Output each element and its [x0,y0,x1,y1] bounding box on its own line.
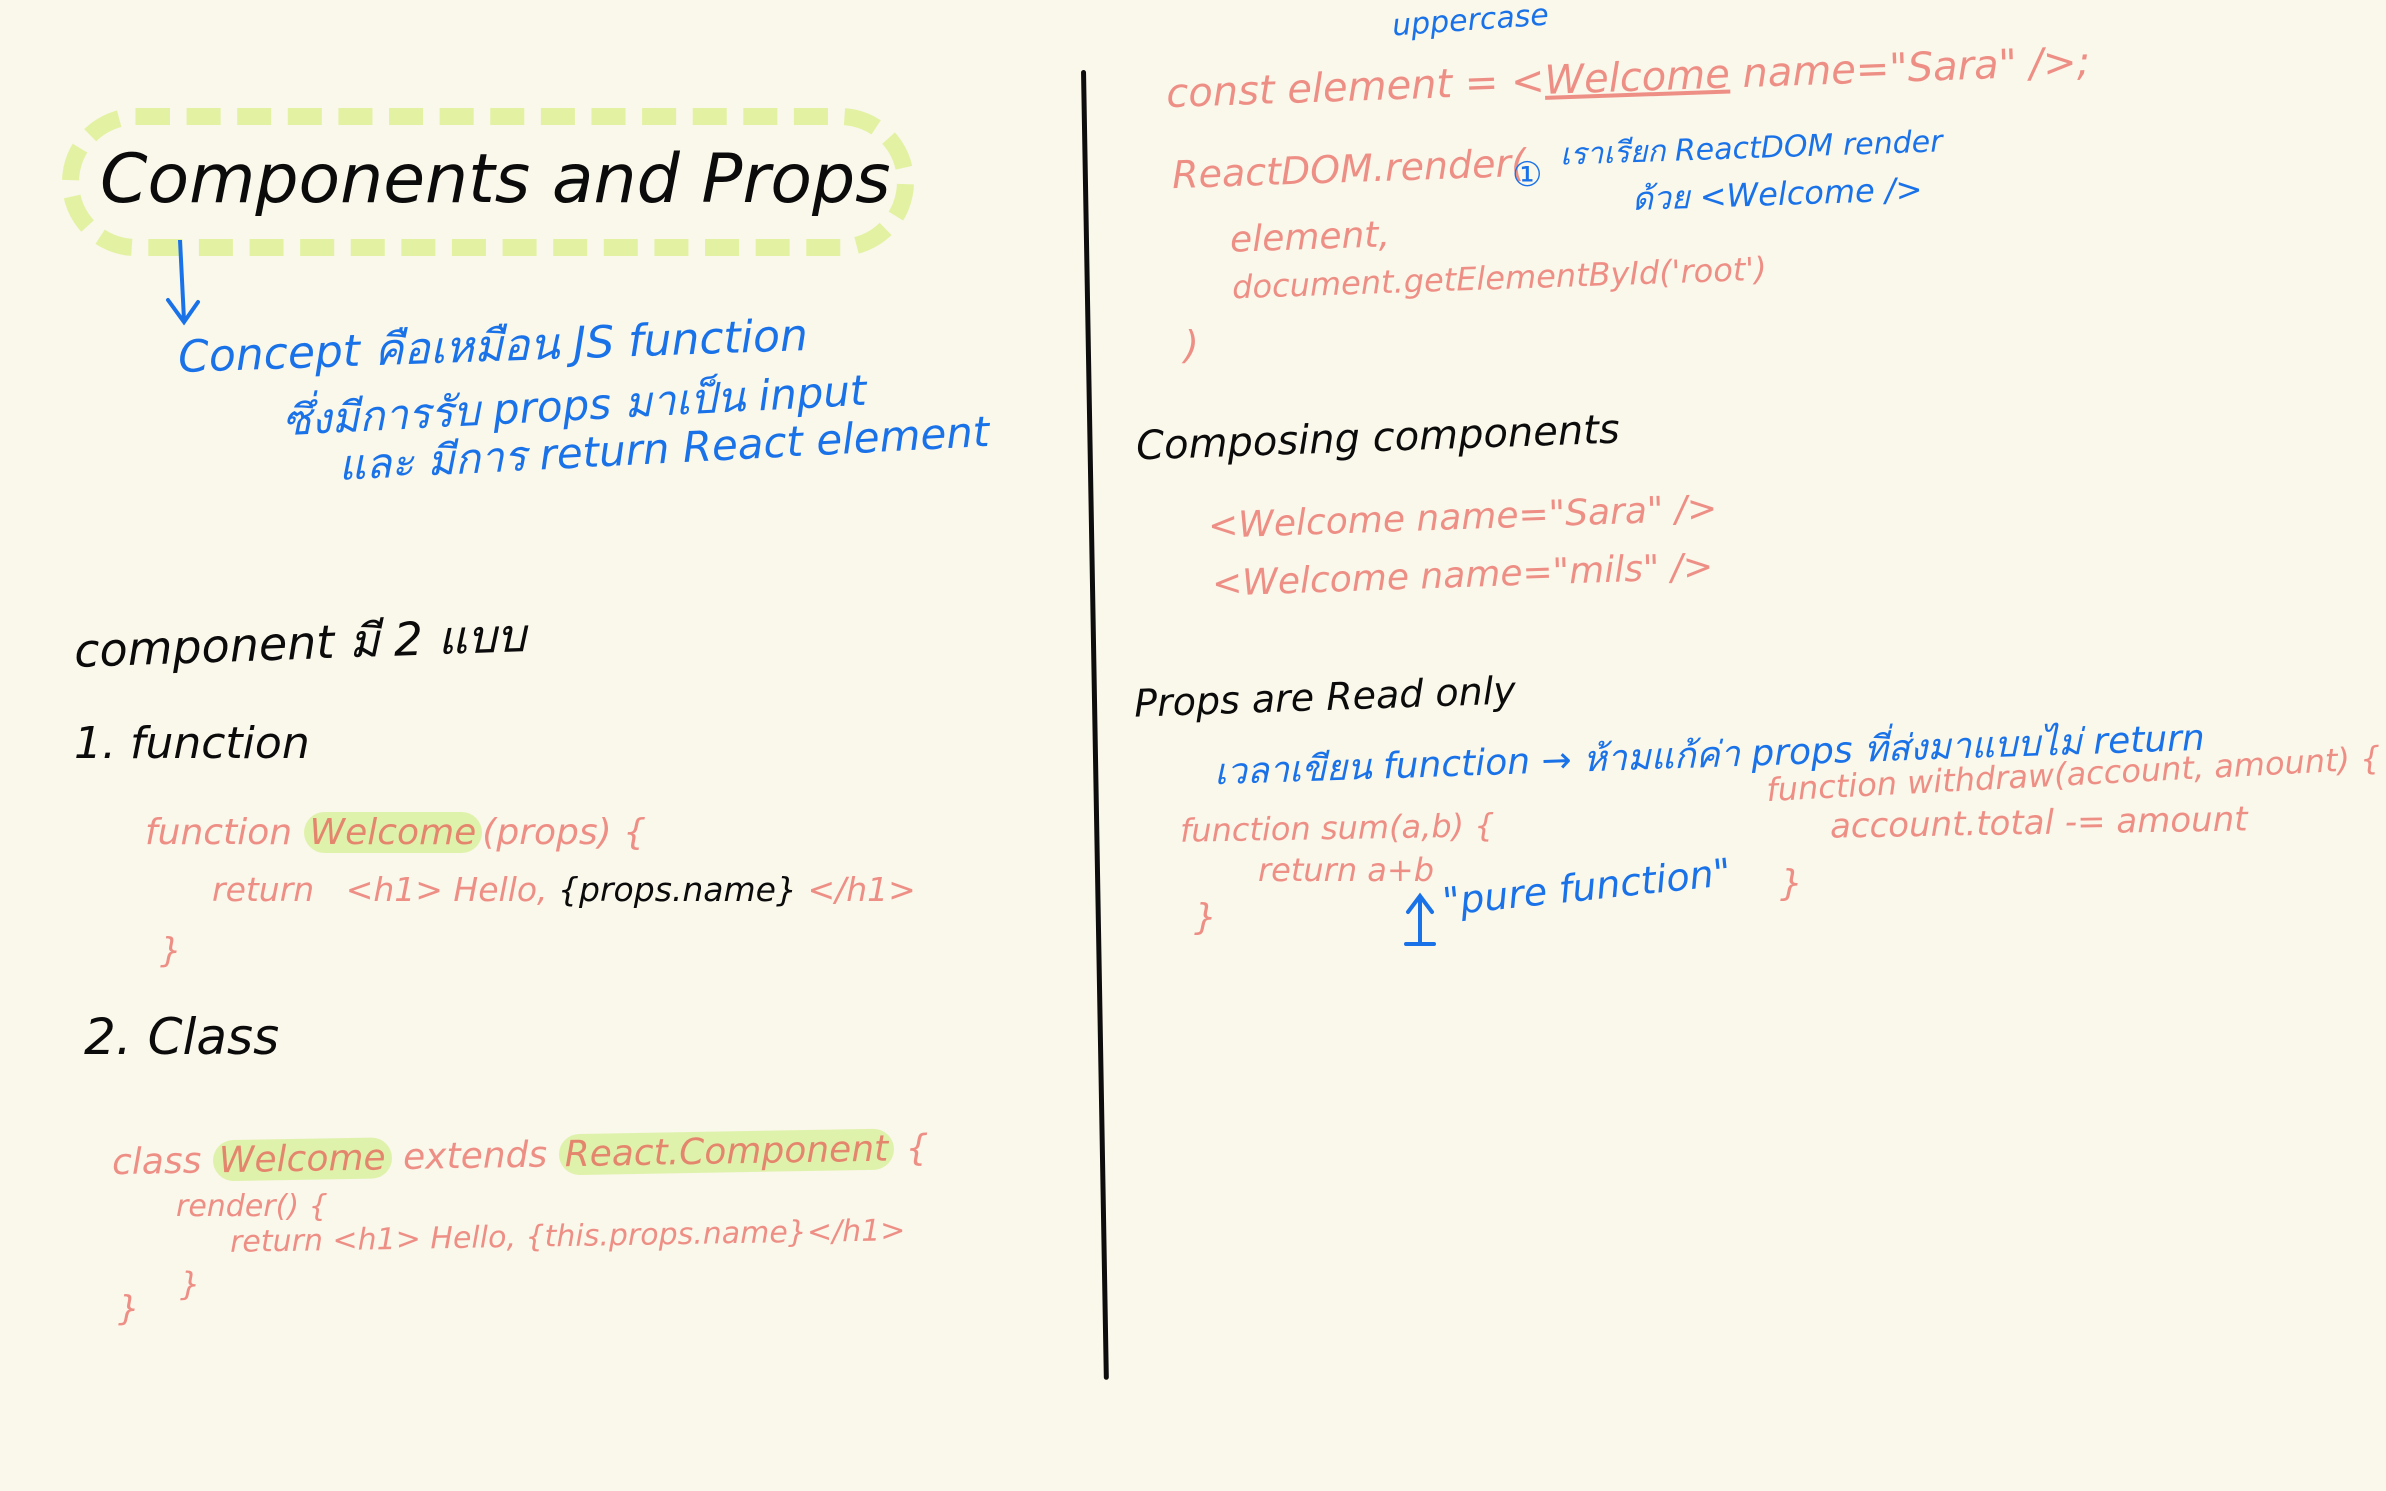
class-keyword: class [111,1140,202,1184]
function-return-close: </h1> [807,870,916,909]
withdraw-code-close: } [1780,863,1803,904]
render-note-line-1: เราเรียก ReactDOM render [1559,124,1944,173]
composing-line-1: <Welcome name="Sara" /> [1207,488,1718,547]
concept-line-1: Concept คือเหมือน JS function [177,310,809,383]
function-keyword: function [145,812,293,853]
function-return-open: <h1> Hello, [345,870,548,909]
sum-code-close: } [1194,897,1217,938]
composing-line-2: <Welcome name="mils" /> [1211,546,1714,605]
class-code-close-outer: } [118,1289,140,1329]
class-open-brace: { [905,1127,929,1170]
function-return-expr: {props.name} [558,870,797,909]
class-parent-highlight: React.Component [558,1128,895,1176]
arrow-up-icon [1404,892,1436,946]
element-declaration: const element = <Welcome name="Sara" />; [1165,38,2091,118]
class-code-close-inner: } [180,1265,201,1303]
render-note-line-2: ด้วย <Welcome /> [1631,169,1924,219]
element-prefix: const element = < [1165,57,1546,118]
function-name-highlight: Welcome [303,812,483,853]
class-code-return: return <h1> Hello, {this.props.name}</h1… [229,1213,906,1260]
function-params: (props) { [482,812,647,853]
component-types-heading: component มี 2 แบบ [73,608,527,678]
render-arg-element: element, [1229,214,1391,261]
function-heading: 1. function [74,718,310,769]
sum-code-line-1: function sum(a,b) { [1179,806,1495,850]
withdraw-code-line-2: account.total -= amount [1829,799,2248,847]
render-call: ReactDOM.render( [1171,140,1527,198]
render-close: ) [1184,323,1199,367]
arrow-down-icon [166,240,200,326]
composing-heading: Composing components [1135,406,1621,470]
readonly-heading: Props are Read only [1133,668,1517,726]
class-name-highlight: Welcome [212,1137,392,1182]
function-code-close: } [160,931,182,971]
function-code-line-2: return <h1> Hello, {props.name} </h1> [212,873,916,906]
uppercase-annotation: uppercase [1390,0,1550,44]
render-note-marker: ① [1512,155,1543,195]
class-extends-keyword: extends [402,1134,548,1179]
element-tag: Welcome [1543,51,1731,104]
class-code-line-1: class Welcome extends React.Component { [111,1127,929,1184]
sum-code-line-2: return a+b [1258,851,1435,889]
class-code-render: render() { [176,1189,328,1224]
class-heading: 2. Class [84,1008,280,1066]
column-divider [1081,69,1109,1380]
page-title: Components and Props [100,140,891,219]
render-arg-root: document.getElementById('root') [1231,249,1768,307]
pure-function-note: "pure function" [1440,849,1733,925]
function-code-line-1: function Welcome (props) { [145,812,647,853]
element-attrs: name="Sara" />; [1728,38,2091,98]
function-return-keyword: return [212,870,315,909]
